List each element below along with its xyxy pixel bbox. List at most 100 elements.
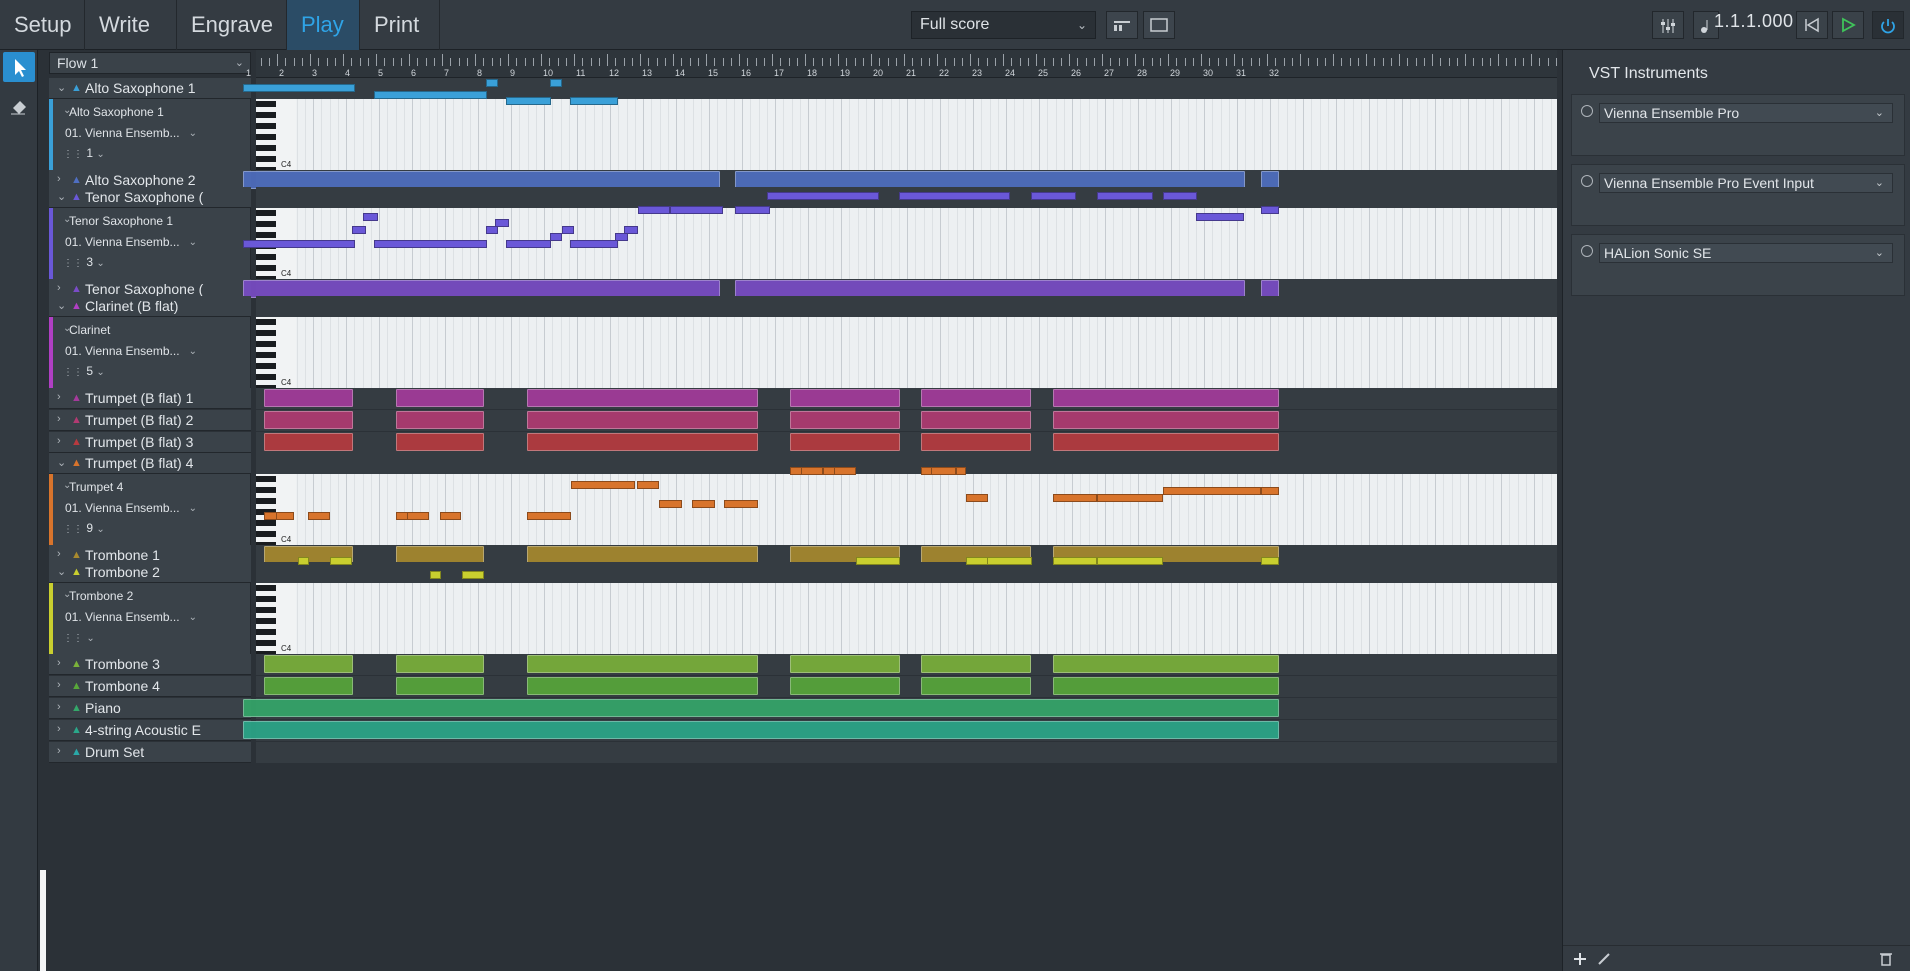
chevron-down-icon[interactable]: ⌄ <box>57 190 66 203</box>
note-event[interactable] <box>495 219 509 227</box>
chevron-right-icon[interactable]: › <box>57 657 61 669</box>
note-event[interactable] <box>298 557 309 565</box>
note-event[interactable] <box>363 213 378 221</box>
region-block[interactable] <box>264 411 353 429</box>
note-event[interactable] <box>330 557 352 565</box>
play-button[interactable] <box>1832 11 1864 39</box>
chevron-right-icon[interactable]: › <box>57 745 61 757</box>
note-event[interactable] <box>724 500 758 508</box>
track-lane[interactable] <box>256 742 1557 763</box>
piano-keyboard[interactable]: C4 <box>256 474 296 548</box>
note-event[interactable] <box>506 240 551 248</box>
note-event[interactable] <box>570 240 618 248</box>
piano-keyboard[interactable]: C4 <box>256 99 296 173</box>
note-event[interactable] <box>931 467 956 475</box>
region-block[interactable] <box>790 655 900 673</box>
mode-tab-print[interactable]: Print <box>360 0 440 50</box>
output-port-select[interactable]: 01. Vienna Ensemb... ⌄ <box>63 609 199 626</box>
piano-roll-grid[interactable] <box>296 583 1557 654</box>
region-block[interactable] <box>264 655 353 673</box>
piano-keyboard[interactable]: C4 <box>256 317 296 391</box>
track-header[interactable]: › ▲ Trumpet (B flat) 2 <box>49 410 251 431</box>
track-header[interactable]: › ▲ Trombone 3 <box>49 654 251 675</box>
region-block[interactable] <box>921 389 1031 407</box>
chevron-down-icon[interactable]: ⌄ <box>57 456 66 469</box>
note-event[interactable] <box>486 79 498 87</box>
select-tool-button[interactable] <box>3 52 35 82</box>
note-event[interactable] <box>987 557 1032 565</box>
mode-tab-engrave[interactable]: Engrave <box>177 0 287 50</box>
note-event[interactable] <box>562 226 574 234</box>
note-event[interactable] <box>1261 557 1279 565</box>
note-event[interactable] <box>308 512 330 520</box>
region-block[interactable] <box>527 677 758 695</box>
chevron-right-icon[interactable]: › <box>57 391 61 403</box>
note-event[interactable] <box>670 206 723 214</box>
note-event[interactable] <box>440 512 461 520</box>
region-block[interactable] <box>790 411 900 429</box>
note-event[interactable] <box>462 571 484 579</box>
mode-tab-write[interactable]: Write <box>85 0 177 50</box>
region-block[interactable] <box>790 433 900 451</box>
region-block[interactable] <box>1053 433 1279 451</box>
chevron-right-icon[interactable]: › <box>57 282 61 294</box>
region-block[interactable] <box>396 389 484 407</box>
vst-instrument-select[interactable]: Vienna Ensemble Pro Event Input ⌄ <box>1599 173 1893 193</box>
power-icon[interactable] <box>1581 105 1593 117</box>
channel-select[interactable]: ⋮⋮ 9 ⌄ <box>63 520 109 537</box>
note-event[interactable] <box>1097 192 1153 200</box>
region-block[interactable] <box>527 411 758 429</box>
note-event[interactable] <box>659 500 682 508</box>
layout-select[interactable]: Full score ⌄ <box>911 11 1096 39</box>
note-event[interactable] <box>571 481 635 489</box>
note-event[interactable] <box>374 240 487 248</box>
region-block[interactable] <box>790 389 900 407</box>
note-event[interactable] <box>1031 192 1076 200</box>
chevron-right-icon[interactable]: › <box>57 679 61 691</box>
note-event[interactable] <box>735 206 770 214</box>
channel-select[interactable]: ⋮⋮ 3 ⌄ <box>63 254 109 271</box>
output-port-select[interactable]: 01. Vienna Ensemb... ⌄ <box>63 234 199 251</box>
rewind-button[interactable] <box>1796 11 1828 39</box>
vst-instrument-select[interactable]: HALion Sonic SE ⌄ <box>1599 243 1893 263</box>
track-lane[interactable] <box>256 562 1557 583</box>
channel-select[interactable]: ⋮⋮ ⌄ <box>63 629 109 646</box>
region-block[interactable] <box>243 699 1279 717</box>
note-event[interactable] <box>407 512 429 520</box>
output-port-select[interactable]: 01. Vienna Ensemb... ⌄ <box>63 500 199 517</box>
chevron-right-icon[interactable]: › <box>57 413 61 425</box>
note-event[interactable] <box>1261 487 1279 495</box>
piano-roll-grid[interactable] <box>296 99 1557 170</box>
note-event[interactable] <box>624 226 638 234</box>
track-header[interactable]: ⌄ ▲ Alto Saxophone 1 <box>49 78 251 99</box>
note-event[interactable] <box>1261 206 1279 214</box>
note-event[interactable] <box>1163 487 1261 495</box>
note-event[interactable] <box>527 512 571 520</box>
flow-select[interactable]: Flow 1 ⌄ <box>49 52 251 74</box>
note-event[interactable] <box>1097 494 1163 502</box>
mixer-button[interactable] <box>1652 11 1684 39</box>
region-block[interactable] <box>1053 411 1279 429</box>
piano-roll-grid[interactable] <box>296 474 1557 545</box>
note-event[interactable] <box>966 494 988 502</box>
note-event[interactable] <box>1097 557 1163 565</box>
power-icon[interactable] <box>1581 245 1593 257</box>
trash-icon[interactable] <box>1879 951 1893 967</box>
note-event[interactable] <box>570 97 618 105</box>
note-event[interactable] <box>550 233 562 241</box>
chevron-down-icon[interactable]: ⌄ <box>57 299 66 312</box>
note-event[interactable] <box>638 206 670 214</box>
piano-keyboard[interactable]: C4 <box>256 583 296 657</box>
chevron-right-icon[interactable]: › <box>57 701 61 713</box>
note-event[interactable] <box>692 500 715 508</box>
region-block[interactable] <box>921 655 1031 673</box>
track-header[interactable]: › ▲ Trumpet (B flat) 1 <box>49 388 251 409</box>
note-event[interactable] <box>615 233 628 241</box>
region-block[interactable] <box>264 677 353 695</box>
note-event[interactable] <box>966 557 988 565</box>
region-block[interactable] <box>921 411 1031 429</box>
note-event[interactable] <box>767 192 879 200</box>
note-event[interactable] <box>506 97 551 105</box>
mode-tab-setup[interactable]: Setup <box>0 0 85 50</box>
output-port-select[interactable]: 01. Vienna Ensemb... ⌄ <box>63 343 199 360</box>
